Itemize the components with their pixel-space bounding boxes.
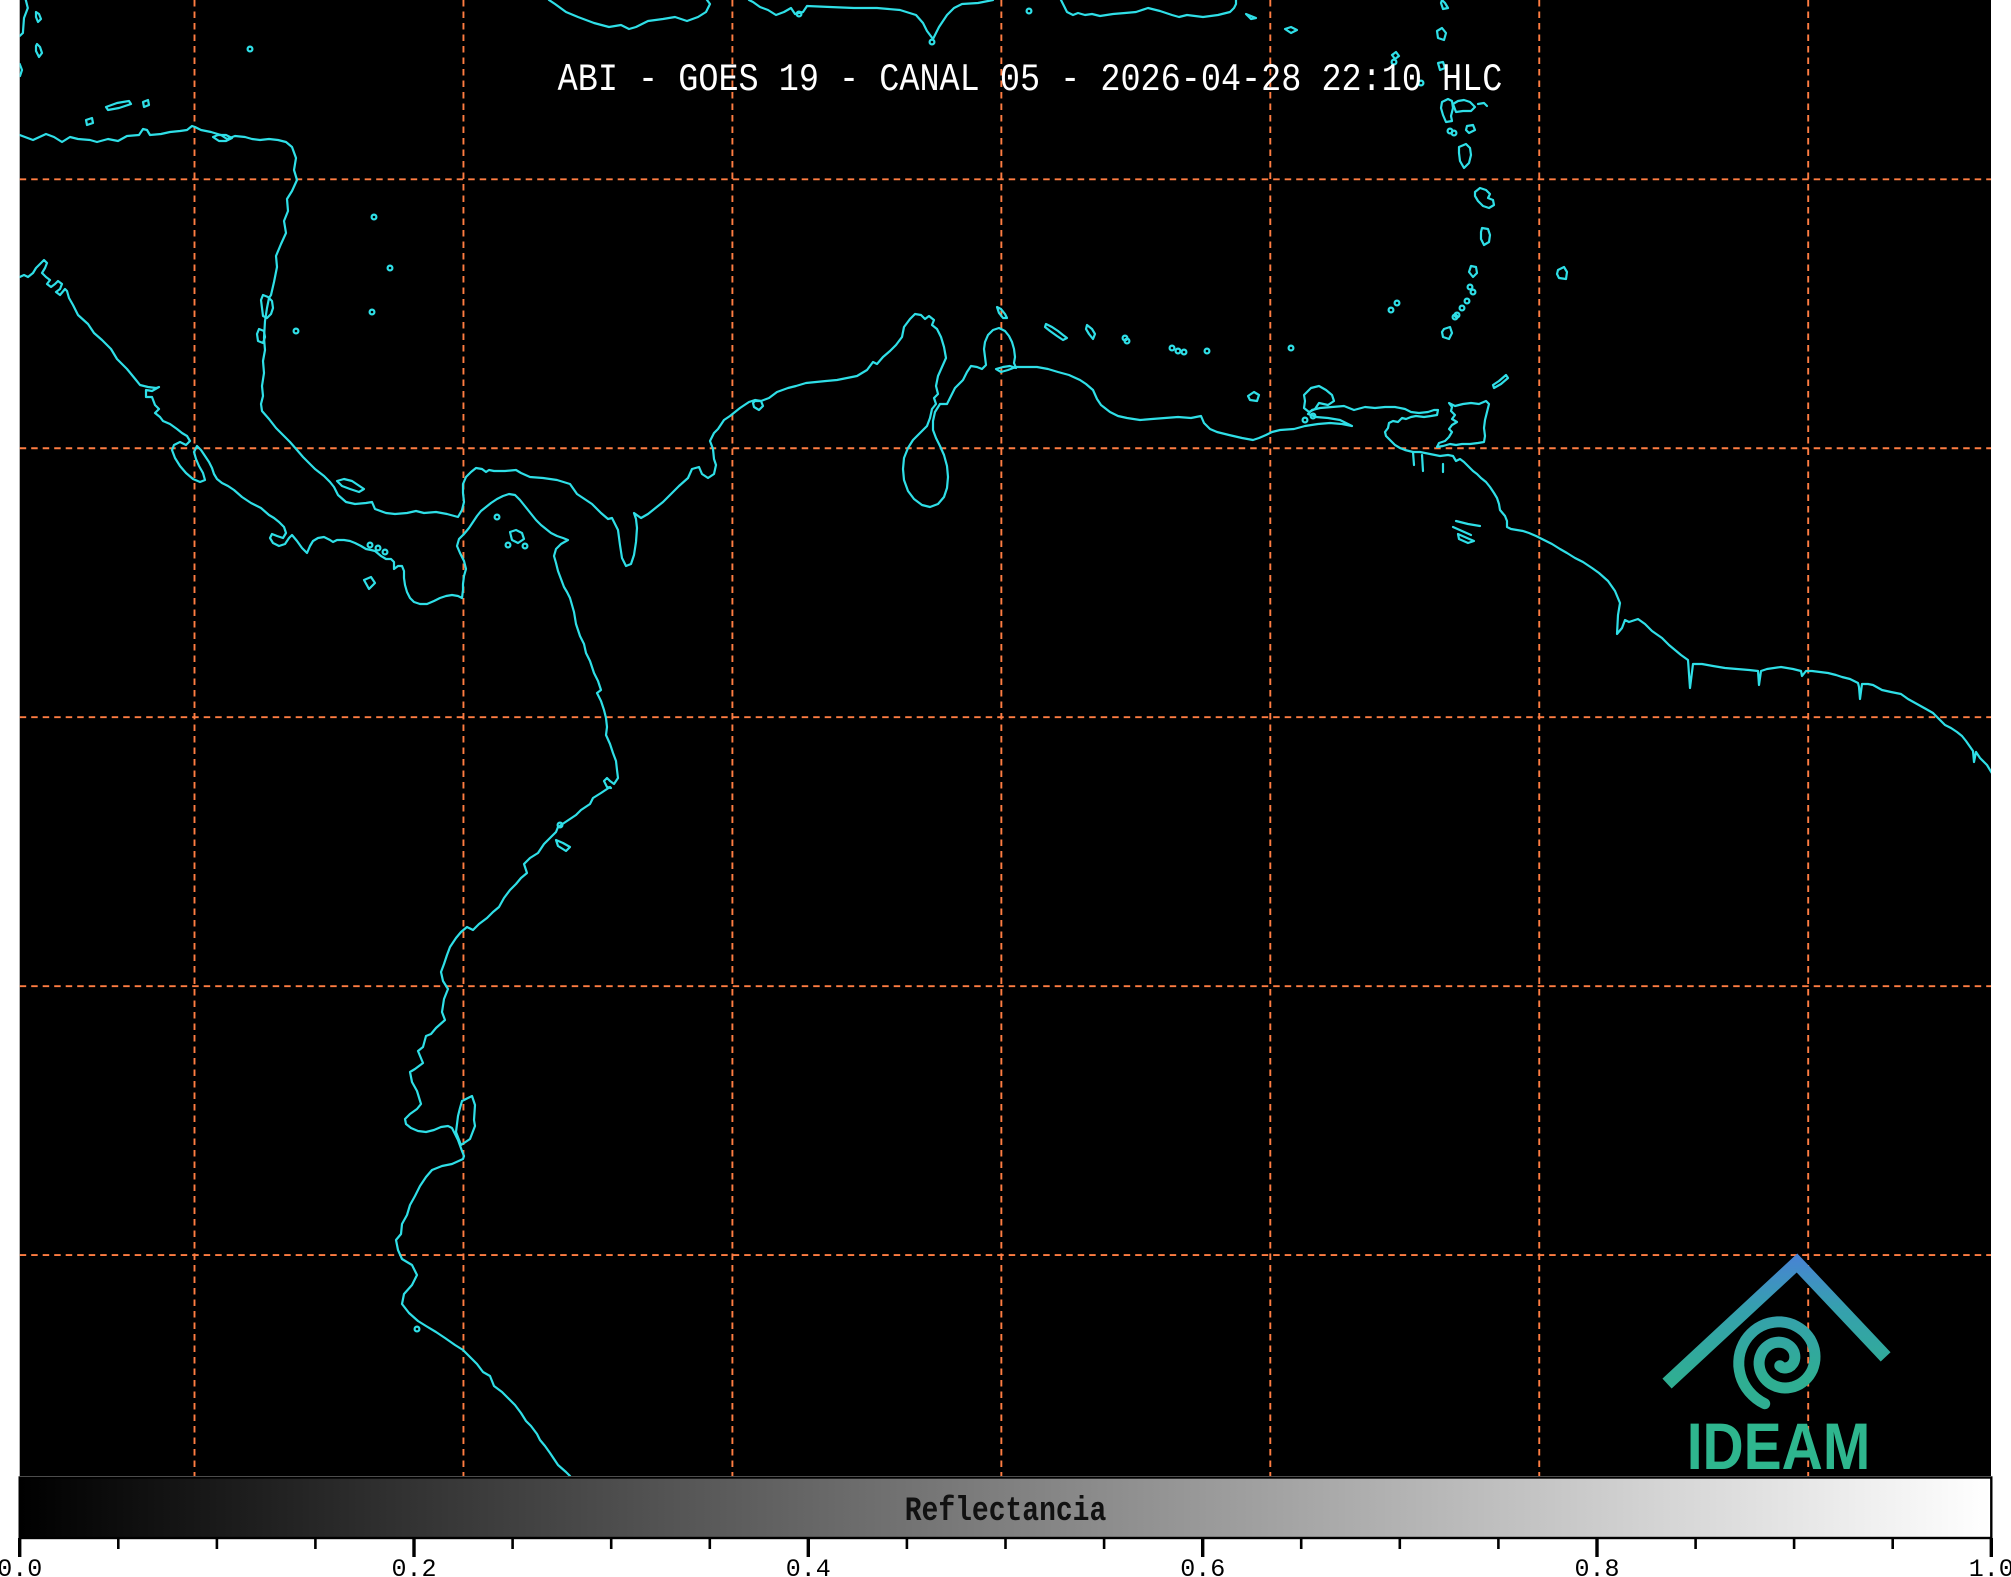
svg-text:IDEAM: IDEAM [1687, 1410, 1871, 1484]
svg-text:1.0: 1.0 [1969, 1555, 2011, 1577]
svg-text:0.4: 0.4 [786, 1555, 831, 1577]
svg-text:0.8: 0.8 [1574, 1555, 1619, 1577]
svg-text:0.6: 0.6 [1180, 1555, 1225, 1577]
svg-text:Reflectancia: Reflectancia [905, 1493, 1107, 1531]
svg-text:0.0: 0.0 [0, 1555, 42, 1577]
svg-text:0.2: 0.2 [391, 1555, 436, 1577]
svg-text:ABI - GOES 19 - CANAL 05 - 202: ABI - GOES 19 - CANAL 05 - 2026-04-28 22… [558, 58, 1503, 102]
